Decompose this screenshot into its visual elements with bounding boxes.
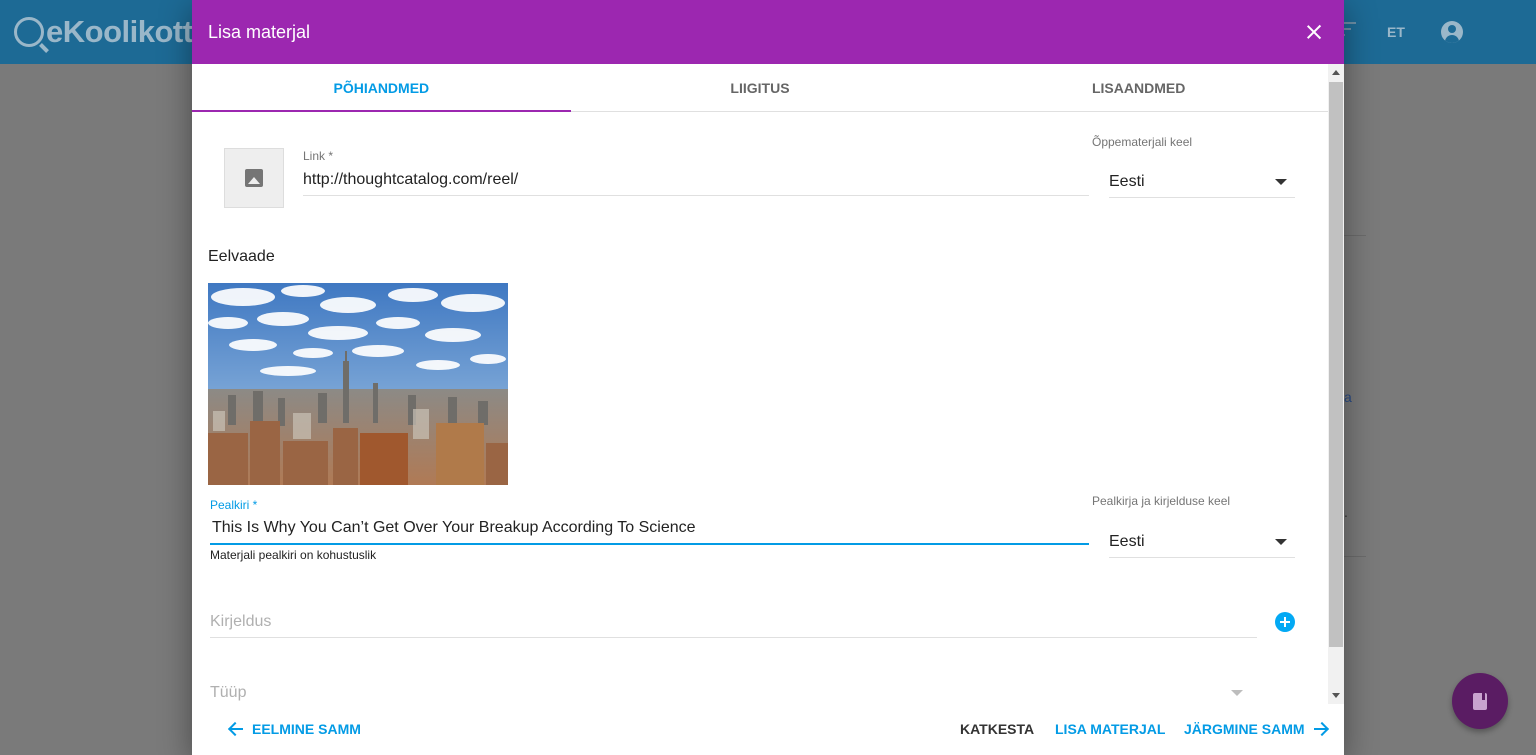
arrow-left-icon [228,721,244,737]
link-input[interactable] [303,171,1089,196]
scroll-down-icon[interactable] [1332,693,1340,698]
title-input[interactable] [210,519,1089,545]
cancel-label: KATKESTA [960,721,1035,737]
add-description-icon[interactable] [1275,612,1295,632]
dialog-title: Lisa materjal [208,21,311,42]
arrow-right-icon [1313,721,1329,737]
link-label: Link * [303,149,334,163]
background-link-fragment: a [1344,389,1352,405]
tab-pohiandmed[interactable]: PÕHIANDMED [192,64,571,112]
add-material-dialog: Lisa materjal PÕHIANDMED LIIGITUS LISAAN… [192,0,1344,755]
previous-step-label: EELMINE SAMM [252,721,361,737]
scroll-up-icon[interactable] [1332,70,1340,75]
dialog-scrollbar[interactable] [1328,64,1344,704]
title-language-select[interactable]: Eesti [1109,533,1295,558]
language-switch[interactable]: ET [1387,24,1405,40]
logo-magnifier-icon [14,17,44,47]
background-text-fragment: . [1344,504,1348,520]
title-language-value: Eesti [1109,533,1145,550]
description-input[interactable] [210,613,1257,638]
logo-text: eKoolikott [46,14,193,49]
dialog-header: Lisa materjal [192,0,1344,64]
app-logo[interactable]: eKoolikott [14,12,193,52]
preview-heading: Eelvaade [208,248,275,265]
next-step-button[interactable]: JÄRGMINE SAMM [1184,721,1329,737]
next-step-label: JÄRGMINE SAMM [1184,721,1305,737]
add-material-fab[interactable] [1452,673,1508,729]
background-divider [1344,235,1366,236]
dialog-footer: EELMINE SAMM KATKESTA LISA MATERJAL JÄRG… [192,705,1344,755]
chevron-down-icon [1275,539,1287,545]
chevron-down-icon [1275,179,1287,185]
add-material-button[interactable]: LISA MATERJAL [1055,721,1165,737]
dialog-content: Link * Õppematerjali keel Eesti Eelvaade [192,113,1328,705]
material-language-value: Eesti [1109,173,1145,190]
account-icon[interactable] [1441,21,1463,43]
title-language-label: Pealkirja ja kirjelduse keel [1092,494,1231,508]
book-icon [1473,692,1487,710]
add-material-label: LISA MATERJAL [1055,721,1166,737]
thumbnail-upload[interactable] [224,148,284,208]
type-placeholder: Tüüp [210,684,247,701]
dialog-tabs: PÕHIANDMED LIIGITUS LISAANDMED [192,64,1328,112]
material-language-select[interactable]: Eesti [1109,173,1295,198]
close-icon[interactable] [1304,22,1324,42]
tab-lisaandmed[interactable]: LISAANDMED [949,64,1328,111]
title-error: Materjali pealkiri on kohustuslik [210,548,377,562]
material-language-label: Õppematerjali keel [1092,135,1193,149]
previous-step-button[interactable]: EELMINE SAMM [228,721,361,737]
scroll-thumb[interactable] [1329,82,1343,647]
cancel-button[interactable]: KATKESTA [960,721,1034,737]
tab-liigitus[interactable]: LIIGITUS [571,64,950,111]
title-label: Pealkiri * [210,498,258,512]
chevron-down-icon [1231,690,1243,696]
background-divider [1344,556,1366,557]
preview-image [208,283,508,485]
image-icon [245,169,263,187]
